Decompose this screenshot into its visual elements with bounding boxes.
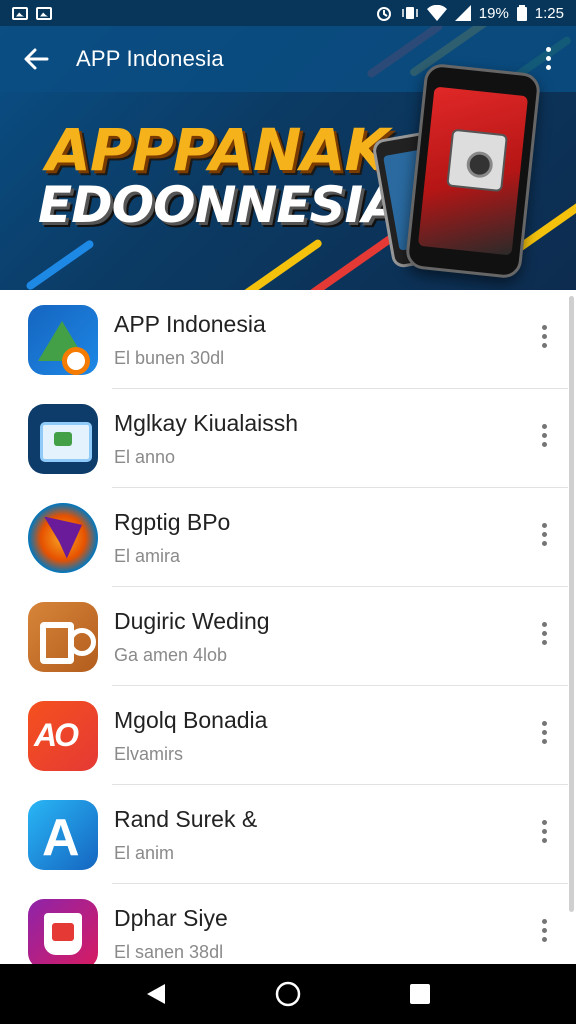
banner-headline-2: EDOONNESIA: [38, 176, 401, 234]
more-vert-icon: [534, 520, 554, 546]
app-subtitle: El anno: [114, 446, 176, 467]
app-subtitle: El amira: [114, 545, 181, 566]
nav-recents-button[interactable]: [400, 974, 440, 1014]
list-item[interactable]: AO Mgolq Bonadia Elvamirs: [0, 686, 568, 785]
app-name: Rgptig BPo: [114, 508, 231, 535]
list-item[interactable]: Dugiric Weding Ga amen 4lob: [0, 587, 568, 686]
browser-window-icon: [28, 403, 98, 474]
app-name: Mglkay Kiualaissh: [114, 409, 299, 436]
triangle-back-icon: [147, 984, 165, 1004]
app-name: Rand Surek &: [114, 805, 258, 832]
app-name: Dugiric Weding: [114, 607, 270, 634]
app-name: Mgolq Bonadia: [114, 706, 268, 733]
alarm-icon: [376, 7, 391, 21]
do-logo-icon: [28, 601, 98, 672]
banner-headline-1: APPPANAK: [46, 116, 389, 184]
nav-back-button[interactable]: [136, 974, 176, 1014]
item-menu-button[interactable]: [534, 421, 554, 455]
overflow-menu-button[interactable]: [538, 44, 558, 74]
app-subtitle: Elvamirs: [114, 743, 184, 764]
item-menu-button[interactable]: [534, 520, 554, 554]
list-item[interactable]: Mglkay Kiualaissh El anno: [0, 389, 568, 488]
square-recents-icon: [410, 984, 430, 1004]
list-item[interactable]: Dphar Siye El sanen 38dl: [0, 884, 568, 964]
phone-illustration: [404, 62, 542, 280]
app-name: APP Indonesia: [114, 310, 266, 337]
more-vert-icon: [534, 718, 554, 744]
photo-notification-icon: [36, 6, 52, 20]
more-vert-icon: [534, 619, 554, 645]
ao-logo-icon: AO: [28, 700, 98, 771]
app-name: Dphar Siye: [114, 904, 228, 931]
circle-home-icon: [275, 981, 301, 1007]
list-item[interactable]: A Rand Surek & El anim: [0, 785, 568, 884]
app-subtitle: Ga amen 4lob: [114, 644, 228, 665]
nav-home-button[interactable]: [268, 974, 308, 1014]
more-vert-icon: [534, 322, 554, 348]
wifi-icon: [426, 5, 447, 21]
letter-a-icon: A: [28, 799, 98, 870]
package-icon: [446, 128, 509, 193]
app-indonesia-icon: [28, 304, 98, 375]
header-banner: APP Indonesia APPPANAK EDOONNESIA: [0, 26, 576, 290]
item-menu-button[interactable]: [534, 916, 554, 950]
more-vert-icon: [534, 421, 554, 447]
app-subtitle: El anim: [114, 842, 175, 863]
list-item[interactable]: Rgptig BPo El amira: [0, 488, 568, 587]
item-menu-button[interactable]: [534, 619, 554, 653]
more-vert-icon: [538, 44, 558, 70]
item-menu-button[interactable]: [534, 718, 554, 752]
page-title: APP Indonesia: [76, 46, 224, 71]
status-bar: 19% 1:25: [0, 0, 576, 26]
scrollbar[interactable]: [569, 296, 574, 912]
list-item[interactable]: APP Indonesia El bunen 30dl: [0, 290, 568, 389]
vibrate-icon: [402, 7, 418, 19]
arrow-left-icon: [24, 48, 49, 70]
more-vert-icon: [534, 817, 554, 843]
battery-percent: 19%: [478, 4, 509, 22]
app-subtitle: El bunen 30dl: [114, 347, 225, 368]
item-menu-button[interactable]: [534, 322, 554, 356]
clock: 1:25: [534, 4, 564, 22]
item-menu-button[interactable]: [534, 817, 554, 851]
battery-icon: [516, 5, 527, 21]
shield-icon: [28, 898, 98, 964]
navigation-bar: [0, 964, 576, 1024]
gallery-notification-icon: [12, 6, 28, 20]
signal-icon: [454, 5, 471, 21]
back-button[interactable]: [18, 41, 54, 77]
more-vert-icon: [534, 916, 554, 942]
game-emblem-icon: [28, 502, 98, 573]
app-list: APP Indonesia El bunen 30dl Mglkay Kiual…: [0, 290, 568, 964]
app-subtitle: El sanen 38dl: [114, 941, 224, 962]
